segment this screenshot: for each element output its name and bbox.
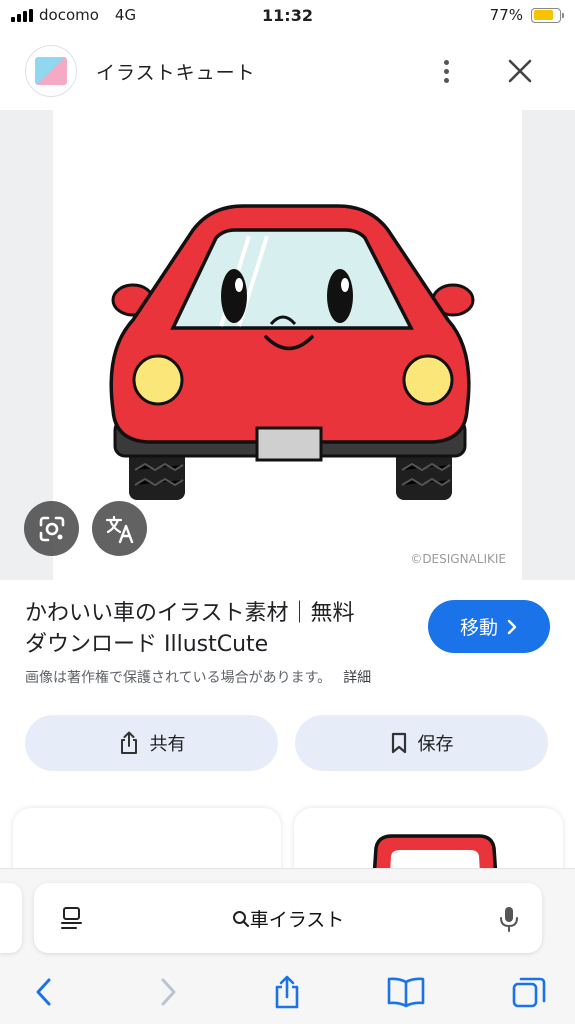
search-icon <box>232 911 249 928</box>
chevron-right-icon <box>507 619 517 634</box>
status-bar: docomo 4G 11:32 77% <box>0 0 575 34</box>
translate-icon[interactable] <box>92 501 147 556</box>
mic-icon[interactable] <box>498 905 520 937</box>
copyright-note-text: 画像は著作権で保護されている場合があります。 <box>25 670 332 686</box>
battery-icon <box>531 7 564 23</box>
save-label: 保存 <box>417 734 454 755</box>
details-link[interactable]: 詳細 <box>343 670 371 686</box>
site-name[interactable]: イラストキュート <box>96 58 256 85</box>
image-copyright: ©DESIGNALIKIE <box>410 552 506 566</box>
bookmarks-icon[interactable] <box>386 969 426 1015</box>
visit-label: 移動 <box>459 617 498 639</box>
battery-info: 77% <box>489 6 564 24</box>
more-vert-icon[interactable] <box>432 54 460 88</box>
browser-bottom-bar: 車イラスト <box>0 868 575 1024</box>
result-title-line2: ダウンロード IllustCute <box>25 632 269 657</box>
previous-tab-edge[interactable] <box>0 883 22 953</box>
visit-button[interactable]: 移動 <box>428 600 550 653</box>
share-button[interactable]: 共有 <box>25 715 278 771</box>
back-icon[interactable] <box>24 969 64 1015</box>
source-header: イラストキュート <box>0 40 575 102</box>
result-title[interactable]: かわいい車のイラスト素材｜無料 ダウンロード IllustCute <box>25 598 415 660</box>
browser-toolbar <box>0 969 575 1015</box>
share-icon <box>120 731 137 754</box>
battery-percent: 77% <box>489 6 523 24</box>
result-title-line1: かわいい車のイラスト素材｜無料 <box>25 601 355 626</box>
share-icon[interactable] <box>267 969 307 1015</box>
copyright-note: 画像は著作権で保護されている場合があります。 詳細 <box>25 667 371 687</box>
tabs-icon[interactable] <box>509 969 549 1015</box>
forward-icon[interactable] <box>148 969 188 1015</box>
site-logo[interactable] <box>25 45 77 97</box>
google-lens-icon[interactable] <box>24 501 79 556</box>
share-label: 共有 <box>149 734 186 755</box>
close-icon[interactable] <box>504 55 536 87</box>
search-query-text: 車イラスト <box>249 909 345 931</box>
search-query[interactable]: 車イラスト <box>34 905 542 932</box>
address-bar[interactable]: 車イラスト <box>34 883 542 953</box>
image-preview: ©DESIGNALIKIE <box>0 110 575 580</box>
save-button[interactable]: 保存 <box>295 715 548 771</box>
bookmark-icon <box>391 732 406 754</box>
